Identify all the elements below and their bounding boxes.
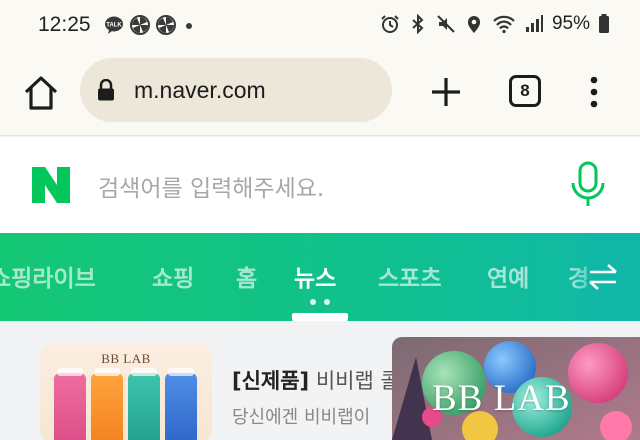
swap-arrows-icon[interactable] <box>586 261 620 293</box>
lock-icon <box>98 79 114 101</box>
tab-switcher-button[interactable]: 8 <box>509 75 541 107</box>
status-bar: 12:25 TALK 95% <box>0 0 640 52</box>
system-icons: 95% <box>380 13 610 35</box>
signal-icon <box>525 15 543 32</box>
tab-home[interactable]: 홈 <box>236 259 257 293</box>
ad-card[interactable]: BB LAB [신제품] 비비랩 콜 당신에겐 비비랩이 BB LAB <box>0 321 640 440</box>
tab-shopping[interactable]: 쇼핑 <box>152 259 194 293</box>
naver-search-area: 검색어를 입력해주세요. <box>0 137 640 233</box>
dot-icon <box>186 23 192 29</box>
notification-icons: TALK <box>104 15 196 35</box>
address-bar[interactable]: m.naver.com <box>80 58 392 122</box>
product-bottle <box>128 368 160 440</box>
home-icon[interactable] <box>20 72 62 114</box>
ad-title-rest: 비비랩 콜 <box>309 369 400 393</box>
thumbnail-brand: BB LAB <box>101 351 151 366</box>
naver-tab-bar: 쇼핑라이브 쇼핑 홈 뉴스 스포츠 연예 경 <box>0 233 640 321</box>
ad-description: 당신에겐 비비랩이 <box>232 407 371 428</box>
new-tab-plus-icon[interactable] <box>428 74 464 110</box>
more-menu-icon[interactable] <box>580 72 608 112</box>
location-icon <box>467 16 480 33</box>
product-bottle <box>54 368 86 440</box>
tab-entertainment[interactable]: 연예 <box>487 259 529 293</box>
status-time: 12:25 <box>38 13 91 36</box>
page-dot <box>310 299 316 305</box>
alarm-icon <box>381 15 399 33</box>
search-input[interactable]: 검색어를 입력해주세요. <box>98 169 324 203</box>
ad-banner: BB LAB <box>392 337 640 440</box>
bluetooth-icon <box>412 14 424 34</box>
product-bottle <box>165 368 197 440</box>
svg-text:TALK: TALK <box>106 23 122 29</box>
active-tab-underline <box>292 313 348 321</box>
ad-title-prefix: [신제품] <box>232 369 310 393</box>
tab-sports[interactable]: 스포츠 <box>378 259 441 293</box>
talk-icon: TALK <box>105 16 123 34</box>
url-text: m.naver.com <box>134 77 266 103</box>
browser-toolbar: m.naver.com 8 <box>0 52 640 136</box>
mute-icon <box>437 15 455 33</box>
pinwheel-icon <box>130 15 150 35</box>
pinwheel-icon <box>156 15 176 35</box>
page-indicator <box>310 299 330 305</box>
battery-icon <box>599 14 609 33</box>
battery-percent: 95% <box>551 13 590 34</box>
content-area: BB LAB [신제품] 비비랩 콜 당신에겐 비비랩이 BB LAB <box>0 321 640 440</box>
product-bottle <box>91 368 123 440</box>
product-thumbnail: BB LAB <box>40 343 212 440</box>
banner-brand-text: BB LAB <box>432 378 571 419</box>
tab-news[interactable]: 뉴스 <box>294 259 336 293</box>
page-dot <box>324 299 330 305</box>
tab-shopping-live[interactable]: 쇼핑라이브 <box>0 259 96 293</box>
naver-logo[interactable] <box>28 165 74 205</box>
microphone-icon[interactable] <box>564 157 612 213</box>
ad-title: [신제품] 비비랩 콜 <box>232 365 400 395</box>
wifi-icon <box>493 15 515 34</box>
